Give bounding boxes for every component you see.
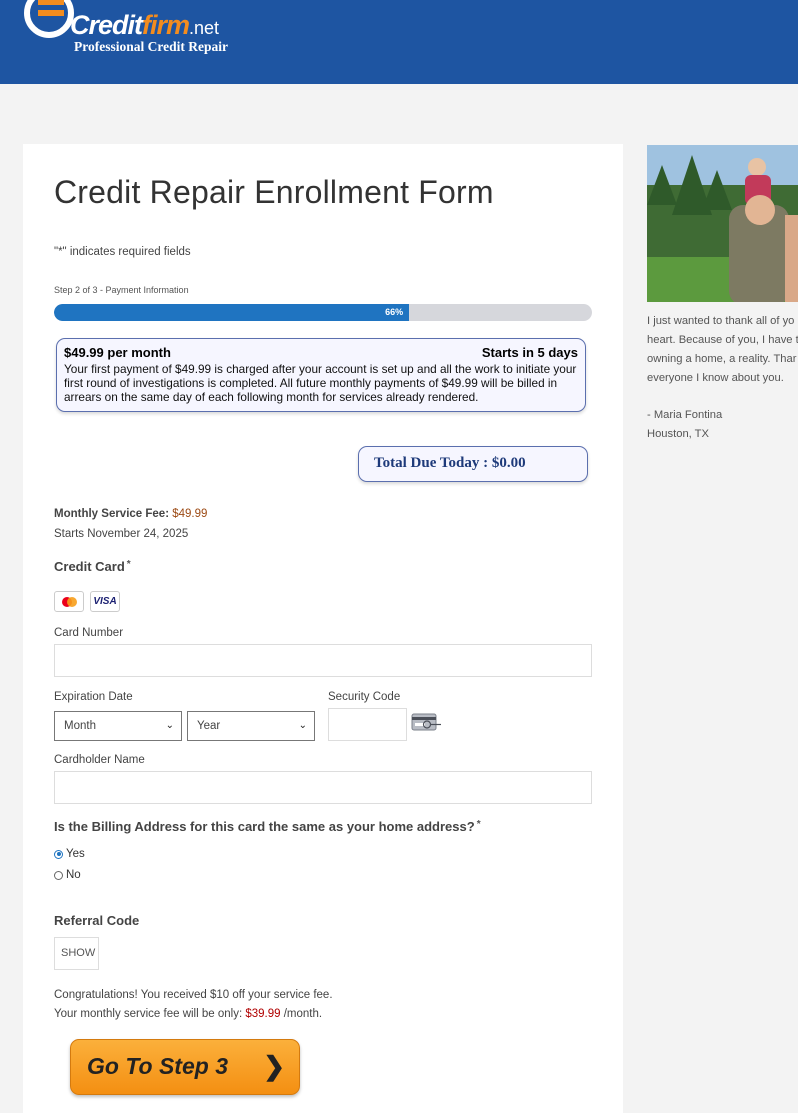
radio-yes[interactable]	[54, 849, 63, 859]
card-number-input[interactable]	[54, 644, 592, 677]
billing-same-no-option[interactable]: No	[54, 869, 81, 881]
card-number-label: Card Number	[54, 627, 124, 639]
fee-value: $49.99	[172, 508, 208, 520]
cardholder-name-label: Cardholder Name	[54, 754, 145, 766]
progress-fill: 66%	[54, 304, 410, 321]
referral-code-label: Referral Code	[54, 913, 140, 928]
start-date: Starts November 24, 2025	[54, 528, 189, 540]
chevron-down-icon: ⌄	[165, 720, 174, 731]
progress-bar: 66%	[54, 304, 592, 321]
discount-message: Congratulations! You received $10 off yo…	[54, 986, 333, 1024]
cardholder-name-input[interactable]	[54, 771, 592, 804]
testimonial-location: Houston, TX	[647, 428, 709, 440]
congrats-line: Congratulations! You received $10 off yo…	[54, 989, 333, 1001]
expiration-year-select[interactable]: Year ⌄	[187, 711, 315, 741]
payment-info-box: $49.99 per month Starts in 5 days Your f…	[56, 338, 586, 412]
expiration-month-select[interactable]: Month ⌄	[54, 711, 182, 741]
testimonial-line: heart. Because of you, I have t	[647, 334, 798, 346]
radio-no[interactable]	[54, 870, 63, 880]
discounted-fee-line: Your monthly service fee will be only: $…	[54, 1008, 323, 1020]
testimonial-text: I just wanted to thank all of yo heart. …	[647, 312, 798, 444]
payment-info-text: Your first payment of $49.99 is charged …	[64, 362, 577, 404]
required-fields-note: "*" indicates required fields	[54, 246, 191, 258]
testimonial-author: - Maria Fontina	[647, 409, 723, 421]
discounted-price: $39.99	[245, 1008, 281, 1020]
security-code-input[interactable]	[328, 708, 407, 741]
site-header: Creditfirm.net Professional Credit Repai…	[0, 0, 798, 84]
testimonial-line: I just wanted to thank all of yo	[647, 315, 795, 327]
creditfirm-logo[interactable]: Creditfirm.net Professional Credit Repai…	[24, 0, 254, 60]
logo-tagline: Professional Credit Repair	[74, 39, 228, 54]
security-code-label: Security Code	[328, 691, 401, 703]
starts-heading: Starts in 5 days	[481, 345, 578, 360]
family-photo-image	[647, 145, 798, 302]
logo-swoosh-icon	[24, 0, 74, 38]
page-title: Credit Repair Enrollment Form	[54, 174, 494, 210]
chevron-right-icon: ❯	[263, 1051, 285, 1081]
testimonial-line: everyone I know about you.	[647, 372, 784, 384]
monthly-fee-line: Monthly Service Fee: $49.99	[54, 508, 207, 520]
fee-label: Monthly Service Fee:	[54, 508, 170, 520]
chevron-down-icon: ⌄	[298, 720, 307, 731]
billing-address-question: Is the Billing Address for this card the…	[54, 819, 481, 834]
referral-code-input[interactable]: SHOW	[54, 937, 99, 970]
card-security-code-icon	[411, 713, 441, 731]
step-label: Step 2 of 3 - Payment Information	[54, 285, 189, 295]
logo-brand-text: Creditfirm.net	[70, 10, 220, 40]
total-due-box: Total Due Today : $0.00	[358, 446, 588, 482]
testimonial-line: owning a home, a reality. Thar	[647, 353, 797, 365]
mastercard-icon[interactable]	[54, 591, 84, 612]
price-heading: $49.99 per month	[64, 345, 171, 360]
visa-icon[interactable]: VISA	[90, 591, 120, 612]
billing-same-yes-option[interactable]: Yes	[54, 848, 85, 860]
go-to-step-3-button[interactable]: Go To Step 3 ❯	[70, 1039, 300, 1095]
testimonial-photo	[647, 145, 798, 302]
credit-card-label: Credit Card *	[54, 559, 131, 574]
expiration-date-label: Expiration Date	[54, 691, 133, 703]
